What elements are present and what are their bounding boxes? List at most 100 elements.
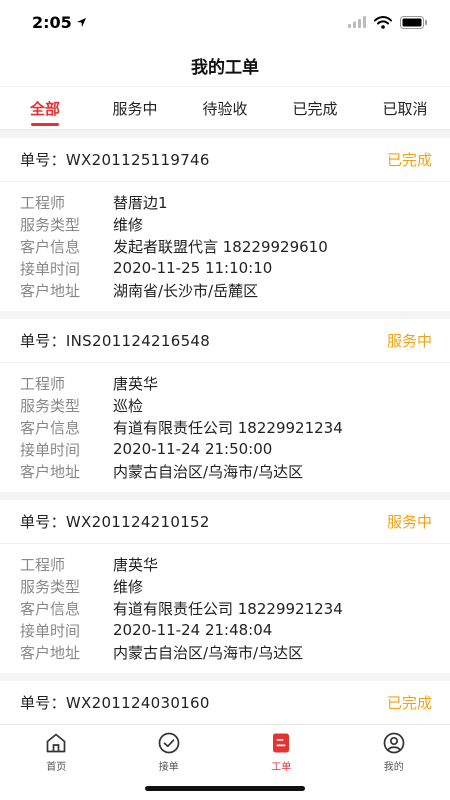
order-number: 单号：INS201124216548 [20, 330, 210, 351]
tab-pending-acceptance[interactable]: 待验收 [180, 86, 270, 130]
detail-value: 湖南省/长沙市/岳麓区 [113, 281, 259, 300]
nav-bar: 我的工单 [0, 44, 450, 86]
bottom-tab-label: 接单 [158, 762, 179, 773]
bottom-tab-home[interactable]: 首页 [0, 725, 113, 800]
tab-completed[interactable]: 已完成 [270, 86, 360, 130]
detail-row-service-type: 服务类型 巡检 [20, 394, 430, 416]
bottom-tab-label: 工单 [271, 762, 292, 773]
detail-row-customer-info: 客户信息 发起者联盟代言 18229929610 [20, 235, 430, 257]
order-card-header: 单号：WX201125119746 已完成 [0, 138, 450, 182]
order-details: 工程师 替厝边1 服务类型 维修 客户信息 发起者联盟代言 1822992961… [0, 182, 450, 311]
detail-value: 2020-11-24 21:50:00 [113, 440, 273, 458]
detail-row-accept-time: 接单时间 2020-11-24 21:48:04 [20, 619, 430, 641]
order-number-label: 单号： [20, 332, 66, 350]
detail-value: 有道有限责任公司 18229921234 [113, 599, 343, 618]
order-number-value: INS201124216548 [65, 332, 211, 350]
detail-label: 客户信息 [20, 599, 81, 618]
order-card-header: 单号：WX201124210152 服务中 [0, 500, 450, 544]
order-details: 工程师 唐英华 服务类型 巡检 客户信息 有道有限责任公司 1822992123… [0, 363, 450, 492]
detail-row-service-type: 服务类型 维修 [20, 575, 430, 597]
detail-value: 发起者联盟代言 18229929610 [113, 237, 328, 256]
order-list: 单号：WX201125119746 已完成 工程师 替厝边1 服务类型 维修 客… [0, 130, 450, 725]
battery-icon [400, 15, 427, 29]
detail-value: 唐英华 [113, 374, 159, 393]
order-number-label: 单号： [20, 694, 66, 712]
order-number: 单号：WX201124210152 [20, 511, 210, 532]
detail-row-customer-address: 客户地址 内蒙古自治区/乌海市/乌达区 [20, 641, 430, 663]
detail-label: 服务类型 [20, 577, 81, 596]
detail-row-service-type: 服务类型 维修 [20, 213, 430, 235]
order-card-header: 单号：WX201124030160 已完成 [0, 681, 450, 725]
detail-row-engineer: 工程师 替厝边1 [20, 191, 430, 213]
order-card-header: 单号：INS201124216548 服务中 [0, 319, 450, 363]
detail-row-customer-info: 客户信息 有道有限责任公司 18229921234 [20, 416, 430, 438]
status-indicators [348, 15, 428, 29]
tab-in-service[interactable]: 服务中 [90, 86, 180, 130]
bottom-tab-label: 我的 [383, 762, 404, 773]
detail-label: 接单时间 [20, 259, 81, 278]
cellular-signal-icon [348, 16, 366, 28]
order-number: 单号：WX201124030160 [20, 692, 210, 713]
detail-label: 工程师 [20, 193, 66, 212]
order-card[interactable]: 单号：INS201124216548 服务中 工程师 唐英华 服务类型 巡检 客… [0, 319, 450, 492]
status-bar: 2:05 [0, 0, 450, 44]
detail-value: 维修 [113, 577, 144, 596]
detail-value: 2020-11-25 11:10:10 [113, 259, 273, 277]
detail-row-customer-address: 客户地址 内蒙古自治区/乌海市/乌达区 [20, 460, 430, 482]
order-card[interactable]: 单号：WX201125119746 已完成 工程师 替厝边1 服务类型 维修 客… [0, 138, 450, 311]
detail-label: 服务类型 [20, 396, 81, 415]
detail-label: 接单时间 [20, 440, 81, 459]
detail-row-accept-time: 接单时间 2020-11-25 11:10:10 [20, 257, 430, 279]
detail-row-accept-time: 接单时间 2020-11-24 21:50:00 [20, 438, 430, 460]
tab-cancelled[interactable]: 已取消 [360, 86, 450, 130]
order-card[interactable]: 单号：WX201124030160 已完成 [0, 681, 450, 725]
order-details: 工程师 唐英华 服务类型 维修 客户信息 有道有限责任公司 1822992123… [0, 544, 450, 673]
order-status: 服务中 [386, 513, 432, 531]
order-number-value: WX201124210152 [65, 513, 210, 531]
tab-all[interactable]: 全部 [0, 86, 90, 130]
detail-value: 维修 [113, 215, 144, 234]
location-arrow-icon [76, 17, 86, 27]
page-title: 我的工单 [191, 57, 259, 78]
detail-label: 服务类型 [20, 215, 81, 234]
user-icon [383, 732, 405, 754]
order-number-value: WX201124030160 [65, 694, 210, 712]
detail-label: 客户地址 [20, 643, 81, 662]
order-number-label: 单号： [20, 513, 66, 531]
filter-tabs: 全部 服务中 待验收 已完成 已取消 [0, 86, 450, 130]
detail-label: 工程师 [20, 555, 66, 574]
wifi-icon [374, 15, 392, 29]
status-time-label: 2:05 [32, 12, 72, 32]
detail-value: 替厝边1 [113, 193, 168, 212]
detail-value: 唐英华 [113, 555, 159, 574]
detail-label: 接单时间 [20, 621, 81, 640]
order-card[interactable]: 单号：WX201124210152 服务中 工程师 唐英华 服务类型 维修 客户… [0, 500, 450, 673]
detail-value: 内蒙古自治区/乌海市/乌达区 [113, 462, 304, 481]
detail-label: 工程师 [20, 374, 66, 393]
detail-row-customer-address: 客户地址 湖南省/长沙市/岳麓区 [20, 279, 430, 301]
order-status: 已完成 [386, 151, 432, 169]
detail-label: 客户信息 [20, 237, 81, 256]
detail-label: 客户地址 [20, 281, 81, 300]
detail-label: 客户地址 [20, 462, 81, 481]
detail-row-customer-info: 客户信息 有道有限责任公司 18229921234 [20, 597, 430, 619]
detail-value: 内蒙古自治区/乌海市/乌达区 [113, 643, 304, 662]
order-status: 服务中 [386, 332, 432, 350]
order-number-value: WX201125119746 [65, 151, 210, 169]
detail-row-engineer: 工程师 唐英华 [20, 372, 430, 394]
home-indicator [145, 786, 305, 791]
home-icon [46, 733, 66, 753]
detail-value: 有道有限责任公司 18229921234 [113, 418, 343, 437]
detail-value: 2020-11-24 21:48:04 [113, 621, 273, 639]
work-order-icon [273, 733, 290, 753]
detail-value: 巡检 [113, 396, 144, 415]
bottom-tab-label: 首页 [46, 762, 67, 773]
order-number: 单号：WX201125119746 [20, 149, 210, 170]
detail-label: 客户信息 [20, 418, 81, 437]
detail-row-engineer: 工程师 唐英华 [20, 553, 430, 575]
order-status: 已完成 [386, 694, 432, 712]
check-circle-icon [158, 732, 180, 754]
order-number-label: 单号： [20, 151, 66, 169]
bottom-tab-mine[interactable]: 我的 [338, 725, 450, 800]
status-time: 2:05 [32, 13, 87, 32]
